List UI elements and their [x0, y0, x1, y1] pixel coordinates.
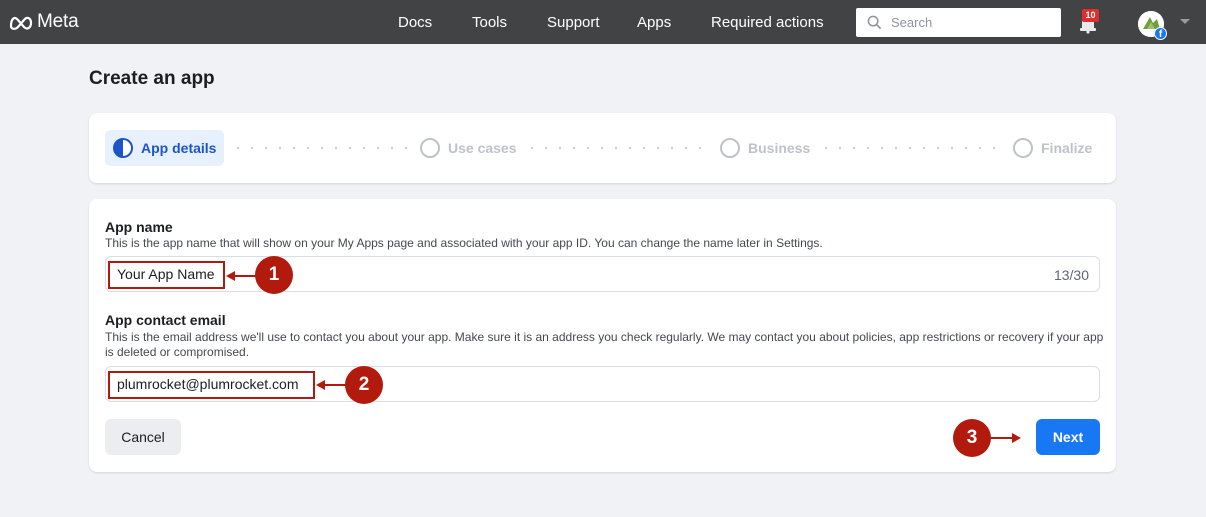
annotation-arrow — [324, 384, 346, 386]
annotation-arrow — [234, 275, 256, 277]
search-box[interactable] — [856, 8, 1061, 37]
arrow-right-icon — [1012, 433, 1021, 443]
step-business[interactable]: Business — [720, 130, 810, 166]
contact-email-label: App contact email — [105, 312, 226, 328]
step-label: Business — [748, 140, 811, 156]
nav-tools[interactable]: Tools — [472, 14, 507, 31]
nav-support[interactable]: Support — [547, 14, 600, 31]
top-nav-bar: Meta Docs Tools Support Apps Required ac… — [0, 0, 1206, 44]
step-finalize[interactable]: Finalize — [1013, 130, 1092, 166]
highlight-box-app-name — [108, 261, 225, 289]
progress-stepper: App details Use cases Business Finalize — [89, 113, 1116, 183]
empty-circle-icon — [720, 138, 740, 158]
step-app-details[interactable]: App details — [105, 130, 225, 166]
contact-email-help: This is the email address we'll use to c… — [105, 330, 1104, 359]
search-input[interactable] — [891, 15, 1051, 30]
search-icon — [867, 15, 882, 30]
annotation-marker-2: 2 — [345, 366, 383, 404]
step-connector — [231, 147, 409, 149]
character-counter: 13/30 — [1053, 267, 1089, 283]
avatar[interactable]: f — [1138, 11, 1167, 40]
step-connector — [525, 147, 711, 149]
page-title: Create an app — [89, 68, 215, 89]
facebook-badge-icon: f — [1154, 27, 1167, 40]
cancel-button[interactable]: Cancel — [105, 419, 181, 455]
empty-circle-icon — [420, 138, 440, 158]
meta-logo[interactable]: Meta — [8, 11, 79, 33]
nav-apps[interactable]: Apps — [637, 14, 671, 31]
step-label: Use cases — [448, 140, 517, 156]
nav-docs[interactable]: Docs — [398, 14, 432, 31]
logo-text: Meta — [37, 11, 79, 32]
notification-badge: 10 — [1082, 9, 1099, 22]
step-label: Finalize — [1041, 140, 1093, 156]
next-button[interactable]: Next — [1036, 419, 1100, 455]
chevron-down-icon[interactable] — [1180, 19, 1190, 24]
half-filled-circle-icon — [113, 138, 133, 158]
nav-required-actions[interactable]: Required actions — [711, 14, 824, 31]
empty-circle-icon — [1013, 138, 1033, 158]
app-name-help: This is the app name that will show on y… — [105, 236, 823, 250]
meta-logo-icon — [9, 16, 33, 30]
app-name-label: App name — [105, 219, 173, 235]
annotation-marker-3: 3 — [953, 419, 991, 457]
step-label: App details — [141, 140, 217, 156]
annotation-arrow — [991, 437, 1013, 439]
annotation-marker-1: 1 — [255, 256, 293, 294]
step-connector — [819, 147, 1005, 149]
step-use-cases[interactable]: Use cases — [420, 130, 517, 166]
highlight-box-email — [108, 371, 315, 399]
